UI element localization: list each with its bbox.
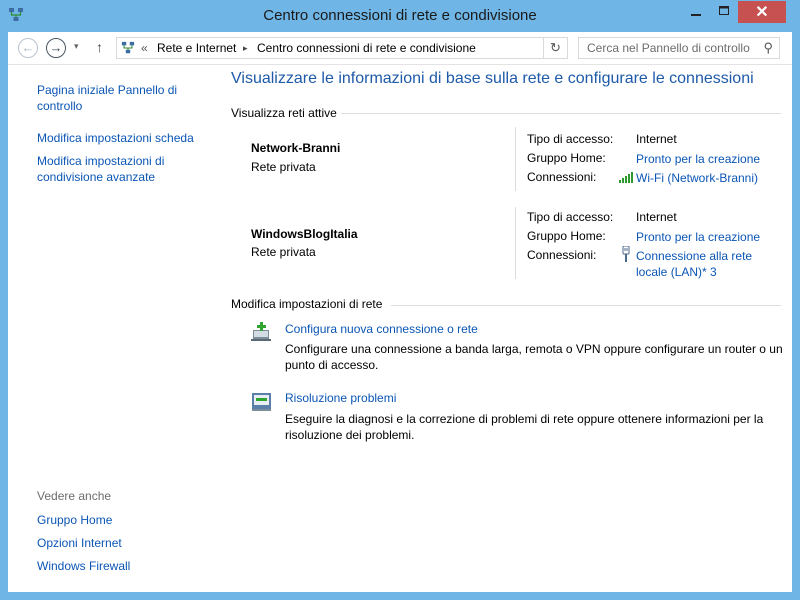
chevron-down-icon: ▾ bbox=[74, 41, 79, 51]
back-button[interactable]: ← bbox=[18, 38, 38, 58]
address-field[interactable]: « Rete e Internet ▸ Centro connessioni d… bbox=[116, 37, 544, 59]
close-icon: ✕ bbox=[755, 4, 769, 21]
description-line: Eseguire la diagnosi e la correzione di … bbox=[285, 412, 764, 426]
network-name: WindowsBlogItalia bbox=[251, 227, 358, 241]
homegroup-label: Gruppo Home: bbox=[527, 151, 606, 165]
setup-new-connection-description: Configurare una connessione a banda larg… bbox=[285, 341, 785, 373]
homegroup-ready-link[interactable]: Pronto per la creazione bbox=[636, 151, 760, 167]
ethernet-plug-icon bbox=[622, 246, 630, 262]
setup-new-connection-link[interactable]: Configura nuova connessione o rete bbox=[285, 322, 478, 336]
description-line: punto di accesso. bbox=[285, 358, 379, 372]
network-type: Rete privata bbox=[251, 245, 316, 259]
maximize-button[interactable] bbox=[710, 1, 738, 22]
sidebar-link-advanced-sharing-settings[interactable]: Modifica impostazioni di condivisione av… bbox=[37, 153, 207, 185]
wifi-connection-link[interactable]: Wi-Fi (Network-Branni) bbox=[636, 170, 758, 186]
new-connection-icon bbox=[251, 322, 271, 341]
access-type-label: Tipo di accesso: bbox=[527, 210, 614, 224]
forward-arrow-icon: → bbox=[49, 40, 63, 55]
search-icon[interactable]: ⚲ bbox=[763, 40, 773, 56]
up-arrow-icon: ↑ bbox=[96, 39, 103, 55]
breadcrumb-centro-connessioni[interactable]: Centro connessioni di rete e condivision… bbox=[257, 41, 476, 55]
title-bar[interactable]: Centro connessioni di rete e condivision… bbox=[0, 0, 800, 32]
close-button[interactable]: ✕ bbox=[738, 1, 786, 23]
troubleshoot-icon bbox=[252, 393, 271, 411]
minimize-button[interactable] bbox=[682, 1, 710, 22]
refresh-button[interactable]: ↻ bbox=[544, 37, 568, 59]
sidebar-link-change-adapter-settings[interactable]: Modifica impostazioni scheda bbox=[37, 130, 207, 146]
page-title: Visualizzare le informazioni di base sul… bbox=[231, 70, 754, 87]
search-box[interactable]: ⚲ bbox=[578, 37, 780, 59]
breadcrumb-rete-e-internet[interactable]: Rete e Internet bbox=[157, 41, 236, 55]
connections-label: Connessioni: bbox=[527, 248, 597, 262]
change-settings-label: Modifica impostazioni di rete bbox=[231, 297, 383, 311]
refresh-icon: ↻ bbox=[550, 40, 561, 55]
sidebar-link-control-panel-home[interactable]: Pagina iniziale Pannello di controllo bbox=[37, 82, 207, 114]
section-divider bbox=[391, 305, 781, 306]
minimize-icon bbox=[691, 14, 701, 16]
breadcrumb-separator-icon[interactable]: ▸ bbox=[243, 43, 248, 54]
description-line: risoluzione dei problemi. bbox=[285, 428, 415, 442]
recent-locations-dropdown[interactable]: ▾ bbox=[74, 41, 79, 52]
access-type-label: Tipo di accesso: bbox=[527, 132, 614, 146]
lan-connection-line1: Connessione alla rete bbox=[636, 249, 753, 263]
sidebar-link-windows-firewall[interactable]: Windows Firewall bbox=[37, 558, 207, 574]
navigation-bar: ← → ▾ ↑ « Rete e Internet ▸ Centro conne… bbox=[8, 32, 792, 65]
lan-connection-link[interactable]: Connessione alla rete locale (LAN)* 3 bbox=[636, 248, 752, 280]
see-also-label: Vedere anche bbox=[37, 489, 112, 503]
access-type-value: Internet bbox=[636, 132, 677, 146]
lan-connection-line2: locale (LAN)* 3 bbox=[636, 265, 717, 279]
connections-label: Connessioni: bbox=[527, 170, 597, 184]
troubleshoot-problems-link[interactable]: Risoluzione problemi bbox=[285, 391, 396, 405]
window: Centro connessioni di rete e condivision… bbox=[0, 0, 800, 600]
description-line: Configurare una connessione a banda larg… bbox=[285, 342, 783, 356]
network-name: Network-Branni bbox=[251, 141, 341, 155]
vertical-divider bbox=[515, 207, 516, 279]
vertical-divider bbox=[515, 127, 516, 191]
sidebar-link-homegroup[interactable]: Gruppo Home bbox=[37, 512, 207, 528]
search-input[interactable] bbox=[587, 40, 757, 56]
section-divider bbox=[341, 113, 781, 114]
access-type-value: Internet bbox=[636, 210, 677, 224]
content-area: Pagina iniziale Pannello di controllo Mo… bbox=[8, 65, 792, 592]
homegroup-ready-link[interactable]: Pronto per la creazione bbox=[636, 229, 760, 245]
sidebar: Pagina iniziale Pannello di controllo Mo… bbox=[8, 65, 218, 592]
up-button[interactable]: ↑ bbox=[96, 39, 103, 55]
main-panel: Visualizzare le informazioni di base sul… bbox=[231, 65, 792, 592]
network-icon bbox=[121, 41, 135, 54]
homegroup-label: Gruppo Home: bbox=[527, 229, 606, 243]
chevron-double-left-icon[interactable]: « bbox=[141, 41, 148, 55]
wifi-signal-icon bbox=[619, 172, 633, 183]
sidebar-link-internet-options[interactable]: Opzioni Internet bbox=[37, 535, 207, 551]
forward-button[interactable]: → bbox=[46, 38, 66, 58]
window-title: Centro connessioni di rete e condivision… bbox=[263, 7, 537, 24]
active-networks-label: Visualizza reti attive bbox=[231, 106, 337, 120]
troubleshoot-problems-description: Eseguire la diagnosi e la correzione di … bbox=[285, 411, 785, 443]
back-arrow-icon: ← bbox=[21, 40, 35, 55]
network-type: Rete privata bbox=[251, 160, 316, 174]
maximize-icon bbox=[719, 6, 729, 15]
